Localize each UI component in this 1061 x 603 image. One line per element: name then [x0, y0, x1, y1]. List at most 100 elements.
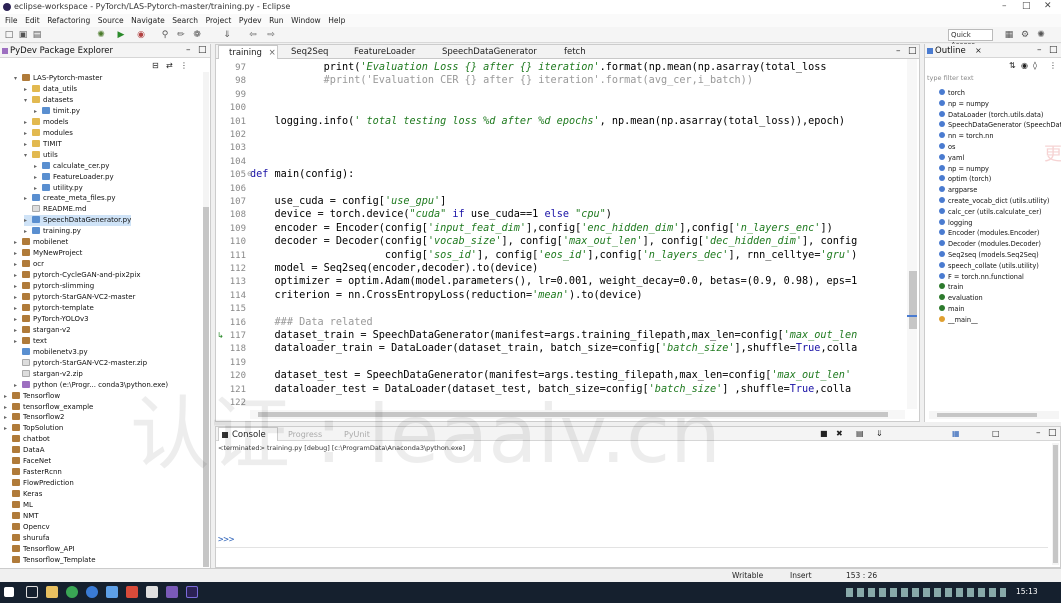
collapse-all-icon[interactable]: ⊟ — [152, 61, 159, 70]
console-scrollbar[interactable] — [1052, 443, 1059, 565]
code-line[interactable]: print('Evaluation Loss {} after {} itera… — [250, 62, 827, 73]
edge-icon[interactable] — [86, 586, 98, 598]
tab-pyunit[interactable]: PyUnit — [344, 430, 370, 439]
outline-item[interactable]: calc_cer (utils.calculate_cer) — [939, 207, 1042, 218]
explorer-item[interactable]: FaceNet — [4, 456, 51, 467]
code-line[interactable]: #print('Evaluation CER {} after {} itera… — [250, 75, 753, 86]
back-icon[interactable]: ⇦ — [248, 30, 258, 40]
explorer-item[interactable]: Opencv — [4, 522, 50, 533]
outline-close-icon[interactable]: × — [975, 46, 982, 55]
explorer-item[interactable]: shurufa — [4, 533, 50, 544]
code-line[interactable]: device = torch.device("cuda" if use_cuda… — [250, 209, 612, 220]
expand-toggle-icon[interactable]: ▸ — [14, 380, 22, 391]
console-scroll-lock-icon[interactable]: ⇓ — [876, 429, 883, 438]
outline-item[interactable]: DataLoader (torch.utils.data) — [939, 110, 1043, 121]
expand-toggle-icon[interactable]: ▾ — [24, 150, 32, 161]
expand-toggle-icon[interactable]: ▸ — [4, 391, 12, 402]
code-line[interactable]: encoder = Encoder(config['input_feat_dim… — [250, 223, 833, 234]
explorer-item[interactable]: ▸ Tensorflow2 — [4, 412, 65, 423]
outline-item[interactable]: np = numpy — [939, 164, 989, 175]
eclipse-taskbar-icon[interactable] — [186, 586, 198, 598]
outline-item[interactable]: nn = torch.nn — [939, 131, 994, 142]
close-icon[interactable]: ✕ — [1044, 1, 1052, 11]
expand-toggle-icon[interactable]: ▸ — [14, 303, 22, 314]
tab-seq2seq[interactable]: Seq2Seq — [281, 45, 347, 59]
outline-filter-input[interactable]: type filter text — [927, 73, 1003, 84]
code-line[interactable]: use_cuda = config['use_gpu'] — [250, 196, 447, 207]
outline-item[interactable]: argparse — [939, 185, 977, 196]
perspective-icon[interactable]: ▦ — [1004, 30, 1014, 40]
explorer-item[interactable]: ▾ LAS-Pytorch-master — [14, 73, 102, 84]
tab-speechdatagenerator[interactable]: SpeechDataGenerator — [432, 45, 552, 59]
app-icon-4[interactable] — [166, 586, 178, 598]
code-line[interactable]: dataloader_train = DataLoader(dataset_tr… — [250, 343, 858, 354]
explorer-scroll-thumb[interactable] — [203, 207, 209, 567]
expand-toggle-icon[interactable]: ▸ — [14, 259, 22, 270]
expand-toggle-icon[interactable]: ▸ — [34, 106, 42, 117]
outline-item[interactable]: np = numpy — [939, 99, 989, 110]
expand-toggle-icon[interactable]: ▸ — [14, 270, 22, 281]
menu-source[interactable]: Source — [98, 14, 124, 27]
outline-hscroll-thumb[interactable] — [937, 413, 1037, 417]
expand-toggle-icon[interactable]: ▸ — [14, 314, 22, 325]
outline-item[interactable]: os — [939, 142, 955, 153]
outline-item[interactable]: speech_collate (utils.utility) — [939, 261, 1039, 272]
outline-maximize-icon[interactable]: □ — [1049, 45, 1058, 55]
save-icon[interactable]: ▣ — [18, 30, 28, 40]
expand-toggle-icon[interactable]: ▸ — [34, 172, 42, 183]
expand-toggle-icon[interactable]: ▸ — [24, 226, 32, 237]
open-type-icon[interactable]: ✏ — [176, 30, 186, 40]
outline-minimize-icon[interactable]: – — [1037, 45, 1042, 55]
tab-training[interactable]: training × — [218, 45, 278, 59]
package-explorer-tab[interactable]: PyDev Package Explorer – □ — [0, 44, 210, 58]
explorer-item[interactable]: ML — [4, 500, 33, 511]
expand-toggle-icon[interactable]: ▸ — [34, 161, 42, 172]
explorer-item[interactable]: mobilenetv3.py — [14, 347, 88, 358]
explorer-item[interactable]: ▸ data_utils — [24, 84, 77, 95]
code-line[interactable]: optimizer = optim.Adam(model.parameters(… — [250, 276, 858, 287]
outline-item[interactable]: evaluation — [939, 293, 983, 304]
outline-hscrollbar[interactable] — [929, 411, 1059, 419]
explorer-item[interactable]: pytorch-StarGAN-VC2-master.zip — [14, 358, 147, 369]
code-line[interactable]: decoder = Decoder(config['vocab_size'], … — [250, 236, 858, 247]
menu-refactoring[interactable]: Refactoring — [47, 14, 90, 27]
explorer-item[interactable]: ▸ calculate_cer.py — [34, 161, 109, 172]
explorer-item[interactable]: Tensorflow_Template — [4, 555, 96, 566]
explorer-item[interactable]: ▸ pytorch-template — [14, 303, 94, 314]
console-maximize-icon[interactable]: □ — [1048, 428, 1057, 438]
explorer-item[interactable]: ▸ mobilenet — [14, 237, 68, 248]
explorer-item[interactable]: Keras — [4, 489, 42, 500]
menu-edit[interactable]: Edit — [25, 14, 40, 27]
expand-toggle-icon[interactable]: ▸ — [24, 128, 32, 139]
maximize-view-icon[interactable]: □ — [198, 45, 207, 55]
expand-toggle-icon[interactable]: ▸ — [24, 117, 32, 128]
explorer-item[interactable]: ▸ FeatureLoader.py — [34, 172, 114, 183]
explorer-scrollbar[interactable] — [203, 72, 209, 567]
explorer-item[interactable]: README.md — [24, 204, 86, 215]
menu-window[interactable]: Window — [291, 14, 321, 27]
expand-toggle-icon[interactable]: ▾ — [24, 95, 32, 106]
outline-item[interactable]: train — [939, 282, 963, 293]
search-toolbar-icon[interactable]: ⚲ — [160, 30, 170, 40]
explorer-item[interactable]: ▸ modules — [24, 128, 73, 139]
code-line[interactable]: model = Seq2seq(encoder,decoder).to(devi… — [250, 263, 539, 274]
outline-item[interactable]: Decoder (modules.Decoder) — [939, 239, 1041, 250]
chrome-icon[interactable] — [66, 586, 78, 598]
tab-featureloader[interactable]: FeatureLoader — [344, 45, 436, 59]
outline-item[interactable]: yaml — [939, 153, 964, 164]
task-view-icon[interactable] — [26, 586, 38, 598]
view-menu-icon[interactable]: ⋮ — [180, 61, 188, 70]
explorer-item[interactable]: ▸ models — [24, 117, 68, 128]
code-line[interactable]: config['sos_id'], config['eos_id'],confi… — [250, 250, 857, 261]
explorer-item[interactable]: Tensorflow_API — [4, 544, 75, 555]
coverage-icon[interactable]: ◉ — [136, 30, 146, 40]
maximize-icon[interactable]: □ — [1022, 1, 1031, 11]
link-editor-icon[interactable]: ⇄ — [166, 61, 173, 70]
explorer-item[interactable]: ▸ TIMIT — [24, 139, 62, 150]
explorer-item[interactable]: ▸ pytorch-CycleGAN-and-pix2pix — [14, 270, 140, 281]
outline-item[interactable]: main — [939, 304, 964, 315]
menu-navigate[interactable]: Navigate — [131, 14, 165, 27]
outline-tab[interactable]: Outline × – □ — [925, 44, 1061, 58]
clock[interactable]: 15:13 — [1016, 587, 1038, 596]
menu-file[interactable]: File — [5, 14, 18, 27]
